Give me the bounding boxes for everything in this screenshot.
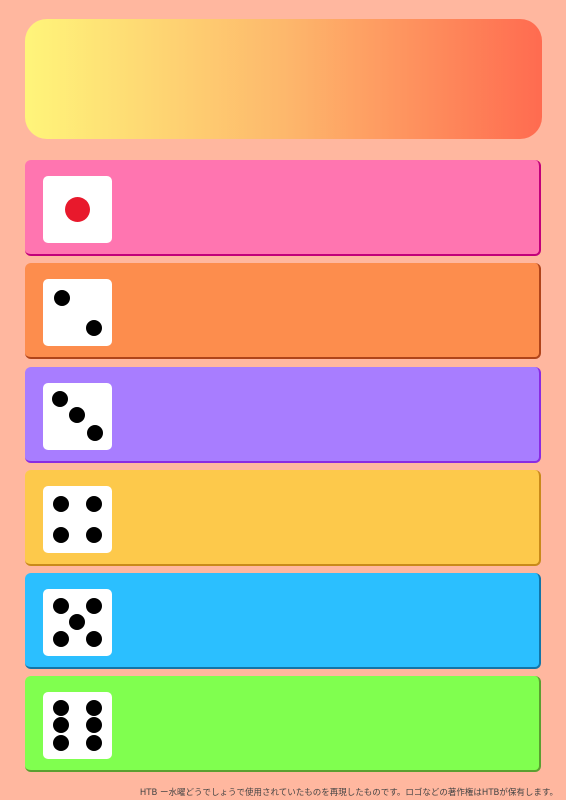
dice-row-5	[25, 573, 541, 669]
title-banner	[25, 19, 542, 139]
die-pip	[53, 527, 69, 543]
dice-row-3	[25, 367, 541, 463]
die-pip	[53, 735, 69, 751]
die-pip	[69, 407, 85, 423]
die-pip	[86, 320, 102, 336]
die-three-icon	[43, 383, 112, 450]
die-six-icon	[43, 692, 112, 759]
dice-row-6	[25, 676, 541, 772]
die-pip	[69, 614, 85, 630]
die-pip	[52, 391, 68, 407]
dice-row-1	[25, 160, 541, 256]
die-four-icon	[43, 486, 112, 553]
die-pip	[53, 717, 69, 733]
die-pip	[53, 598, 69, 614]
die-pip	[53, 700, 69, 716]
die-pip	[65, 197, 90, 222]
die-pip	[86, 735, 102, 751]
dice-row-4	[25, 470, 541, 566]
die-one-icon	[43, 176, 112, 243]
die-pip	[86, 527, 102, 543]
die-pip	[86, 598, 102, 614]
die-pip	[87, 425, 103, 441]
die-pip	[54, 290, 70, 306]
die-pip	[86, 717, 102, 733]
die-pip	[53, 496, 69, 512]
die-pip	[86, 700, 102, 716]
die-pip	[53, 631, 69, 647]
die-pip	[86, 631, 102, 647]
dice-row-2	[25, 263, 541, 359]
die-two-icon	[43, 279, 112, 346]
die-pip	[86, 496, 102, 512]
copyright-footer: HTB ー水曜どうでしょうで使用されていたものを再現したものです。ロゴなどの著作…	[139, 788, 558, 798]
die-five-icon	[43, 589, 112, 656]
